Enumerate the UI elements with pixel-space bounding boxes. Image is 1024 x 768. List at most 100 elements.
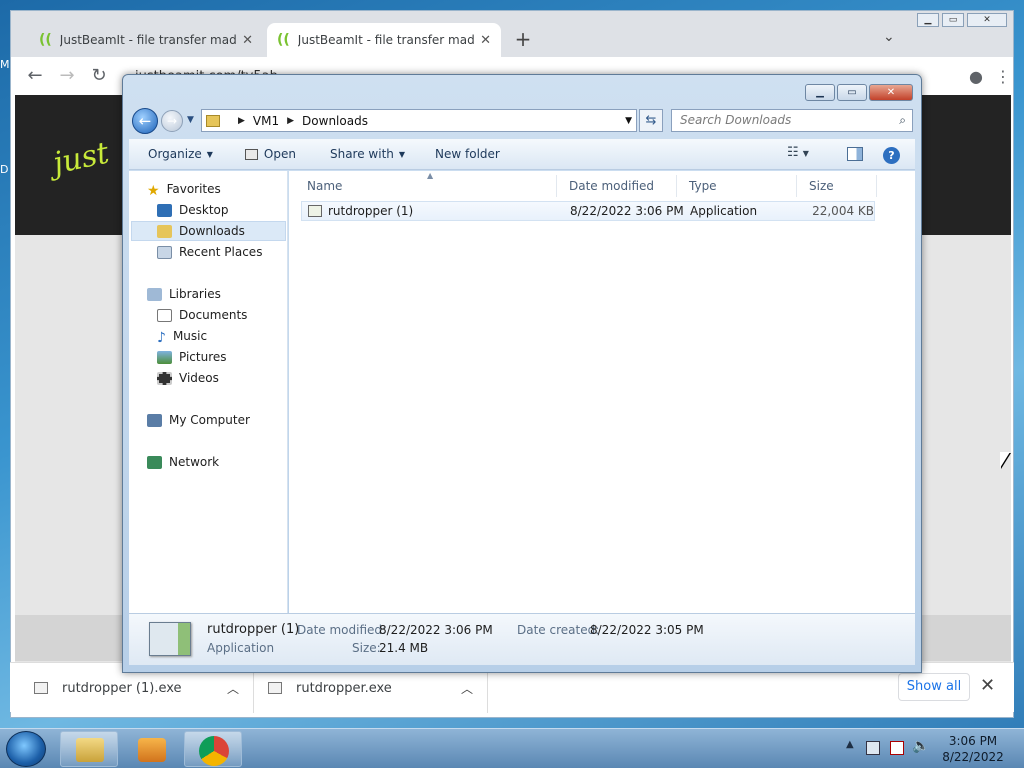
explorer-caption-buttons: ▁ ▭ ✕ <box>805 84 913 101</box>
chevron-up-icon[interactable]: ︿ <box>461 680 473 697</box>
justbeamit-favicon-icon: (( <box>277 32 290 48</box>
back-button[interactable]: ← <box>132 108 158 134</box>
forward-button[interactable]: → <box>161 110 183 132</box>
refresh-icon[interactable]: ⇆ <box>639 109 663 132</box>
breadcrumb-downloads[interactable]: Downloads <box>302 114 368 128</box>
profile-avatar-icon[interactable]: ● <box>969 67 983 86</box>
action-center-icon[interactable] <box>866 741 880 755</box>
chrome-menu-icon[interactable]: ⋮ <box>995 67 1011 86</box>
breadcrumb-arrow-icon[interactable]: ▶ <box>287 116 294 126</box>
taskbar: ▲ 🔈 3:06 PM 8/22/2022 <box>0 728 1024 768</box>
tab-search-chevron-icon[interactable]: ⌄ <box>883 29 895 45</box>
chevron-up-icon[interactable]: ︿ <box>227 680 239 697</box>
desktop-icon <box>157 203 172 217</box>
explorer-address-bar[interactable]: ▶ VM1 ▶ Downloads ▼ <box>201 109 637 132</box>
search-input[interactable]: Search Downloads ⌕ <box>671 109 913 132</box>
new-folder-button[interactable]: New folder <box>425 147 510 161</box>
organize-menu-button[interactable]: Organize ▼ <box>138 147 223 161</box>
clock-time: 3:06 PM <box>948 734 998 748</box>
forward-arrow-icon[interactable]: → <box>53 62 81 90</box>
file-row[interactable]: rutdropper (1) 8/22/2022 3:06 PM Applica… <box>301 201 875 221</box>
file-name: rutdropper (1) <box>328 204 414 218</box>
change-view-icon[interactable]: ☷ ▼ <box>787 145 809 160</box>
recent-places-icon <box>157 245 172 259</box>
documents-icon <box>157 308 172 322</box>
nav-my-computer[interactable]: My Computer <box>147 410 250 430</box>
reload-icon[interactable]: ↻ <box>85 62 113 90</box>
videos-icon <box>157 371 172 385</box>
libraries-icon <box>147 287 162 301</box>
new-tab-button[interactable]: + <box>511 27 535 51</box>
close-shelf-icon[interactable]: ✕ <box>980 675 995 696</box>
taskbar-media-player-button[interactable] <box>122 731 180 767</box>
music-note-icon: ♪ <box>157 329 166 346</box>
chrome-close-button[interactable]: ✕ <box>967 13 1007 27</box>
exe-file-icon <box>268 682 282 694</box>
file-date-modified: 8/22/2022 3:06 PM <box>570 204 684 218</box>
network-icon <box>147 455 162 469</box>
tab-justbeamit-2[interactable]: (( JustBeamIt - file transfer made ea ✕ <box>267 23 501 57</box>
explorer-maximize-button[interactable]: ▭ <box>837 84 867 101</box>
tab-justbeamit-1[interactable]: (( JustBeamIt - file transfer made ea ✕ <box>29 23 263 57</box>
nav-documents[interactable]: Documents <box>157 305 247 325</box>
nav-music[interactable]: ♪ Music <box>157 326 207 346</box>
nav-downloads[interactable]: Downloads <box>131 221 286 241</box>
nav-favorites[interactable]: ★ Favorites <box>147 179 221 199</box>
volume-icon[interactable]: 🔈 <box>912 738 929 754</box>
organize-label: Organize <box>148 147 202 161</box>
nav-label: Pictures <box>179 350 227 364</box>
nav-pictures[interactable]: Pictures <box>157 347 227 367</box>
column-header-date-modified[interactable]: Date modified <box>557 175 677 197</box>
chrome-minimize-button[interactable]: ▁ <box>917 13 939 27</box>
clock-date: 8/22/2022 <box>942 750 1004 764</box>
preview-pane-icon[interactable] <box>847 147 863 161</box>
search-icon[interactable]: ⌕ <box>899 110 906 131</box>
download-filename: rutdropper (1).exe <box>62 680 182 696</box>
nav-libraries[interactable]: Libraries <box>147 284 221 304</box>
chrome-maximize-button[interactable]: ▭ <box>942 13 964 27</box>
chrome-icon <box>199 736 229 766</box>
column-header-type[interactable]: Type <box>677 175 797 197</box>
file-size: 22,004 KB <box>812 204 874 218</box>
nav-videos[interactable]: Videos <box>157 368 219 388</box>
chevron-down-icon: ▼ <box>398 149 406 159</box>
open-button[interactable]: Open <box>235 147 306 161</box>
share-with-menu-button[interactable]: Share with ▼ <box>320 147 415 161</box>
back-arrow-icon[interactable]: ← <box>21 62 49 90</box>
show-hidden-icons-icon[interactable]: ▲ <box>846 739 854 750</box>
nav-desktop[interactable]: Desktop <box>157 200 229 220</box>
address-history-chevron-icon[interactable]: ▼ <box>625 116 632 126</box>
breadcrumb-arrow-icon[interactable]: ▶ <box>238 116 245 126</box>
nav-label: Recent Places <box>179 245 263 259</box>
sort-ascending-icon: ▲ <box>427 171 434 180</box>
nav-label: Libraries <box>169 287 221 301</box>
downloads-folder-icon <box>157 224 172 238</box>
justbeamit-favicon-icon: (( <box>39 32 52 48</box>
system-clock[interactable]: 3:06 PM 8/22/2022 <box>928 733 1018 765</box>
open-label: Open <box>263 147 296 161</box>
application-file-icon <box>308 205 322 217</box>
column-header-size[interactable]: Size <box>797 175 877 197</box>
tab-close-icon[interactable]: ✕ <box>242 33 253 48</box>
pictures-icon <box>157 350 172 364</box>
nav-recent-places[interactable]: Recent Places <box>157 242 262 262</box>
explorer-minimize-button[interactable]: ▁ <box>805 84 835 101</box>
column-header-name[interactable]: Name <box>295 175 557 197</box>
recent-pages-chevron-icon[interactable]: ▼ <box>187 115 194 125</box>
details-date-created: 8/22/2022 3:05 PM <box>590 623 704 637</box>
show-all-downloads-button[interactable]: Show all <box>898 673 970 701</box>
details-date-modified: 8/22/2022 3:06 PM <box>379 623 493 637</box>
explorer-close-button[interactable]: ✕ <box>869 84 913 101</box>
start-windows-logo-icon[interactable] <box>6 731 46 767</box>
breadcrumb-vm1[interactable]: VM1 <box>253 114 279 128</box>
network-warning-icon[interactable] <box>890 741 904 755</box>
taskbar-explorer-button[interactable] <box>60 731 118 767</box>
computer-icon <box>147 413 162 427</box>
help-icon[interactable]: ? <box>883 147 900 164</box>
details-size: 21.4 MB <box>379 641 429 655</box>
taskbar-chrome-button[interactable] <box>184 731 242 767</box>
application-thumbnail-icon <box>149 622 191 656</box>
nav-network[interactable]: Network <box>147 452 219 472</box>
nav-label: Documents <box>179 308 248 322</box>
tab-close-icon[interactable]: ✕ <box>480 33 491 48</box>
